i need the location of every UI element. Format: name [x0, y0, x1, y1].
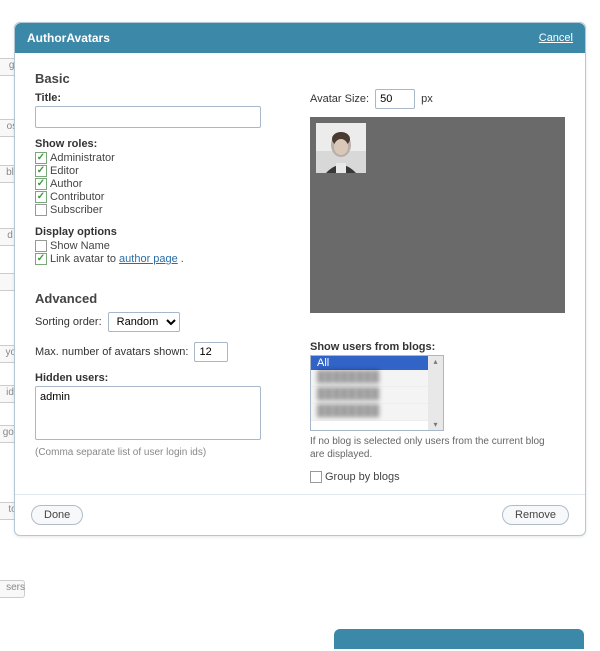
avatar-image — [316, 123, 366, 173]
avatar-preview-area — [310, 117, 565, 313]
role-checkbox-administrator[interactable]: ✓ — [35, 152, 47, 164]
display-label-suffix: . — [181, 253, 184, 265]
hidden-users-help: (Comma separate list of user login ids) — [35, 447, 282, 458]
max-avatars-input[interactable] — [194, 342, 228, 362]
remove-button[interactable]: Remove — [502, 505, 569, 525]
group-by-blogs-label: Group by blogs — [325, 471, 400, 483]
hidden-users-textarea[interactable]: admin — [35, 386, 261, 440]
blogs-listbox[interactable]: All ████████ ████████ ████████ ▴ ▾ — [310, 355, 444, 431]
role-label: Editor — [50, 165, 79, 177]
display-options-label: Display options — [35, 226, 282, 238]
role-checkbox-subscriber[interactable]: ✓ — [35, 204, 47, 216]
widget-title: AuthorAvatars — [27, 31, 110, 45]
group-by-blogs-checkbox[interactable]: ✓ — [310, 471, 322, 483]
scroll-down-icon[interactable]: ▾ — [433, 419, 437, 430]
done-button[interactable]: Done — [31, 505, 83, 525]
blog-option-blurred[interactable]: ████████ — [311, 404, 428, 421]
cancel-link[interactable]: Cancel — [539, 32, 573, 44]
basic-heading: Basic — [35, 71, 282, 86]
max-avatars-label: Max. number of avatars shown: — [35, 346, 188, 358]
role-label: Administrator — [50, 152, 115, 164]
role-label: Subscriber — [50, 204, 103, 216]
blog-option-blurred[interactable]: ████████ — [311, 370, 428, 387]
avatar-size-label: Avatar Size: — [310, 93, 369, 105]
partial-widget-below — [334, 629, 584, 649]
listbox-scrollbar[interactable]: ▴ ▾ — [428, 356, 443, 430]
blog-option-all[interactable]: All — [311, 356, 428, 370]
display-checkbox-linkavatar[interactable]: ✓ — [35, 253, 47, 265]
role-checkbox-editor[interactable]: ✓ — [35, 165, 47, 177]
display-checkbox-showname[interactable]: ✓ — [35, 240, 47, 252]
avatar-size-input[interactable] — [375, 89, 415, 109]
blogs-heading: Show users from blogs: — [310, 341, 565, 353]
sorting-label: Sorting order: — [35, 316, 102, 328]
title-label: Title: — [35, 92, 282, 104]
role-label: Author — [50, 178, 82, 190]
role-label: Contributor — [50, 191, 104, 203]
sorting-select[interactable]: Random — [108, 312, 180, 332]
role-checkbox-author[interactable]: ✓ — [35, 178, 47, 190]
scroll-up-icon[interactable]: ▴ — [433, 356, 437, 367]
sidebar-fragment: sers — [6, 582, 25, 593]
avatar-size-unit: px — [421, 93, 433, 105]
role-checkbox-contributor[interactable]: ✓ — [35, 191, 47, 203]
display-label: Show Name — [50, 240, 110, 252]
advanced-heading: Advanced — [35, 291, 282, 306]
blogs-note: If no blog is selected only users from t… — [310, 435, 560, 461]
widget-panel: AuthorAvatars Cancel Basic Title: Show r… — [14, 22, 586, 536]
title-input[interactable] — [35, 106, 261, 128]
hidden-users-label: Hidden users: — [35, 372, 282, 384]
widget-header: AuthorAvatars Cancel — [15, 23, 585, 53]
show-roles-label: Show roles: — [35, 138, 282, 150]
display-label-prefix: Link avatar to — [50, 253, 116, 265]
blog-option-blurred[interactable]: ████████ — [311, 387, 428, 404]
author-page-link[interactable]: author page — [119, 253, 178, 265]
